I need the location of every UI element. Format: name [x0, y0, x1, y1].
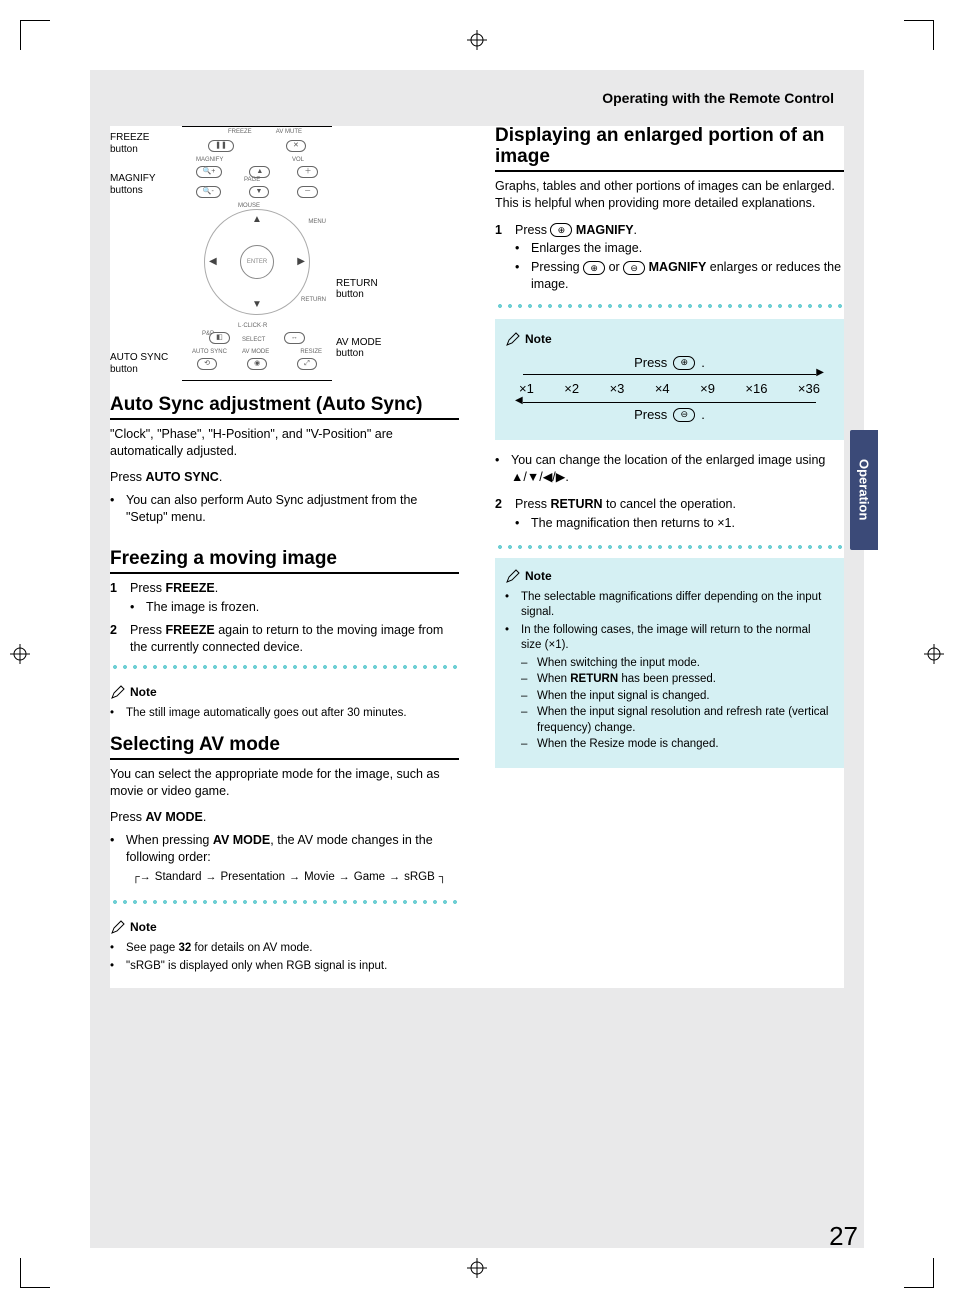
- registration-mark-icon: [467, 30, 487, 50]
- magnify-note-diagram: Note Press ⊕. ×1 ×2 ×3 ×4 ×9 ×16 ×36: [495, 319, 844, 440]
- magnify-note-b2: In the following cases, the image will r…: [505, 623, 834, 754]
- mag-value: ×2: [564, 381, 579, 396]
- magnify-plus-pill-icon: ⊕: [550, 223, 572, 237]
- avmode-bullet: When pressing AV MODE, the AV mode chang…: [110, 832, 459, 885]
- label-magnify-buttons: MAGNIFY buttons: [110, 173, 178, 196]
- note-icon: [110, 684, 126, 700]
- label-auto-sync-button: AUTO SYNC button: [110, 352, 178, 375]
- magnify-note-b1: The selectable magnifications differ dep…: [505, 590, 834, 621]
- mini-enter: ENTER: [240, 245, 274, 279]
- flow-item: Standard: [155, 870, 202, 886]
- freeze-step-1: 1 Press FREEZE. The image is frozen.: [110, 580, 459, 618]
- magnify-note-d3: When the input signal is changed.: [521, 689, 834, 705]
- mag-value: ×1: [519, 381, 534, 396]
- section-auto-sync-title: Auto Sync adjustment (Auto Sync): [110, 395, 459, 420]
- vol-minus-icon: －: [297, 186, 318, 198]
- mini-menu: MENU: [308, 219, 326, 226]
- page-section-title: Operating with the Remote Control: [110, 90, 844, 106]
- avmode-press: Press AV MODE.: [110, 810, 459, 824]
- mini-return: RETURN: [301, 297, 326, 304]
- note-icon: [110, 919, 126, 935]
- section-magnify-title: Displaying an enlarged portion of an ima…: [495, 126, 844, 172]
- auto-sync-press: Press AUTO SYNC.: [110, 470, 459, 484]
- vol-plus-icon: ＋: [297, 166, 318, 178]
- section-avmode-body: You can select the appropriate mode for …: [110, 766, 459, 800]
- page-number: 27: [829, 1221, 858, 1252]
- magnify-plus-pill-icon: ⊕: [583, 261, 605, 275]
- section-avmode-title: Selecting AV mode: [110, 735, 459, 760]
- magnify-step-1: 1 Press ⊕ MAGNIFY. Enlarges the image. P…: [495, 222, 844, 296]
- mini-magnify: MAGNIFY: [196, 157, 223, 164]
- label-freeze-button: FREEZE button: [110, 132, 178, 155]
- mini-click: L·CLICK·R: [238, 323, 267, 330]
- mini-page: PAGE: [244, 177, 260, 184]
- page-down-icon: ▼: [249, 186, 270, 198]
- select-icon: ↔: [284, 332, 305, 344]
- note-icon: [505, 568, 521, 584]
- auto-sync-bullet: You can also perform Auto Sync adjustmen…: [110, 492, 459, 526]
- registration-mark-icon: [924, 644, 944, 664]
- resize-icon: ⤢: [297, 358, 317, 370]
- freeze-step-2: 2 Press FREEZE again to return to the mo…: [110, 622, 459, 656]
- magnify-plus-icon: 🔍+: [196, 166, 223, 178]
- magnify-note-d4: When the input signal resolution and ref…: [521, 705, 834, 736]
- flow-item: Presentation: [220, 870, 285, 886]
- flow-item: sRGB: [404, 870, 435, 886]
- note-label: Note: [110, 919, 157, 935]
- mini-av-mode: AV MODE: [242, 349, 269, 356]
- pnp-icon: ◧: [209, 332, 230, 344]
- avmode-note-1: See page 32 for details on AV mode.: [110, 941, 459, 957]
- mag-value: ×16: [745, 381, 767, 396]
- registration-mark-icon: [10, 644, 30, 664]
- label-return-button: RETURN button: [336, 278, 391, 301]
- magnify-note-d5: When the Resize mode is changed.: [521, 737, 834, 753]
- av-mode-icon: ◉: [247, 358, 267, 370]
- mini-vol: VOL: [292, 157, 304, 164]
- mag-value: ×9: [700, 381, 715, 396]
- nav-pad-icon: ENTER ▲ ▼ ◀ ▶: [204, 209, 310, 315]
- mini-av-mute: AV MUTE: [276, 129, 302, 136]
- section-auto-sync-body: "Clock", "Phase", "H-Position", and "V-P…: [110, 426, 459, 460]
- mini-auto-sync: AUTO SYNC: [192, 349, 227, 356]
- mini-resize: RESIZE: [300, 349, 322, 356]
- flow-item: Game: [354, 870, 385, 886]
- flow-loop-end-icon: ┐: [439, 870, 447, 885]
- magnify-note-d2: When RETURN has been pressed.: [521, 672, 834, 688]
- section-magnify-body: Graphs, tables and other portions of ima…: [495, 178, 844, 212]
- mag-value: ×3: [610, 381, 625, 396]
- side-tab-operation: Operation: [850, 430, 878, 550]
- auto-sync-icon: ⟲: [197, 358, 217, 370]
- magnify-step-2: 2 Press RETURN to cancel the operation. …: [495, 496, 844, 534]
- magnify-note-d1: When switching the input mode.: [521, 656, 834, 672]
- magnify-plus-pill-icon: ⊕: [673, 356, 695, 370]
- magnify-minus-pill-icon: ⊖: [673, 408, 695, 422]
- freeze-icon: ❚❚: [208, 140, 234, 152]
- registration-mark-icon: [467, 1258, 487, 1278]
- magnify-location-bullet: You can change the location of the enlar…: [495, 452, 844, 486]
- avmode-note-2: "sRGB" is displayed only when RGB signal…: [110, 959, 459, 975]
- section-freeze-title: Freezing a moving image: [110, 549, 459, 574]
- flow-item: Movie: [304, 870, 335, 886]
- freeze-note-1: The still image automatically goes out a…: [110, 706, 459, 722]
- note-label: Note: [505, 568, 552, 584]
- magnify-minus-icon: 🔍-: [196, 186, 221, 198]
- flow-loop-start-icon: ┌→: [132, 870, 151, 885]
- magnify-minus-pill-icon: ⊖: [623, 261, 645, 275]
- remote-control-diagram: FREEZE button MAGNIFY buttons AUTO SYNC …: [110, 126, 459, 381]
- label-av-mode-button: AV MODE button: [336, 337, 391, 360]
- mag-value: ×36: [798, 381, 820, 396]
- note-icon: [505, 331, 521, 347]
- av-mute-icon: ✕: [286, 140, 306, 152]
- mini-freeze: FREEZE: [228, 129, 252, 136]
- note-label: Note: [110, 684, 157, 700]
- mag-value: ×4: [655, 381, 670, 396]
